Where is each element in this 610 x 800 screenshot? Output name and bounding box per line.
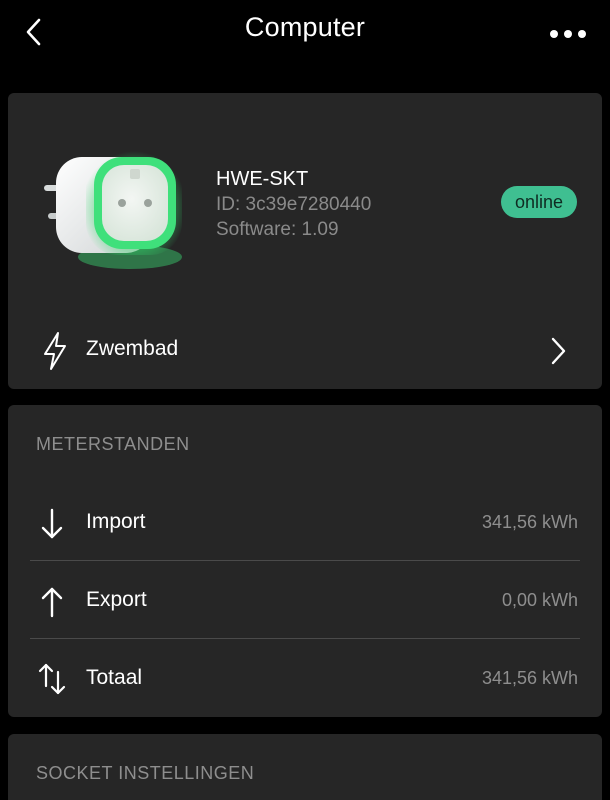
device-detail-screen: Computer HWE-SKT ID: 3c39e7280440 Softwa… — [0, 0, 610, 800]
meter-row-export: Export 0,00 kWh — [30, 563, 580, 641]
top-bar: Computer — [0, 0, 610, 64]
chevron-right-icon — [551, 337, 566, 365]
meter-readings-card: METERSTANDEN Import 341,56 kWh Export 0,… — [8, 405, 602, 717]
meter-label-import: Import — [86, 510, 146, 533]
zwembad-label: Zwembad — [86, 337, 179, 360]
socket-settings-card: SOCKET INSTELLINGEN — [8, 734, 602, 800]
lightning-bolt-icon — [44, 332, 66, 370]
socket-section-title: SOCKET INSTELLINGEN — [36, 763, 255, 783]
meter-value-total: 341,56 kWh — [481, 668, 578, 688]
status-badge: online — [500, 186, 577, 218]
meter-value-import: 341,56 kWh — [481, 512, 578, 532]
arrow-down-icon — [41, 508, 63, 539]
meter-row-import: Import 341,56 kWh — [30, 485, 580, 563]
zwembad-link[interactable]: Zwembad — [8, 321, 602, 381]
device-software-version: Software: 1.09 — [216, 219, 339, 240]
meter-value-export: 0,00 kWh — [501, 590, 578, 610]
more-dots-icon — [550, 30, 586, 38]
page-title: Computer — [244, 12, 366, 42]
device-card: HWE-SKT ID: 3c39e7280440 Software: 1.09 … — [8, 93, 602, 389]
device-info: HWE-SKT ID: 3c39e7280440 Software: 1.09 — [216, 166, 371, 242]
meter-row-total: Totaal 341,56 kWh — [30, 641, 580, 719]
arrows-up-down-icon — [38, 663, 66, 695]
device-name: HWE-SKT — [216, 168, 309, 190]
meter-section-title: METERSTANDEN — [36, 434, 190, 454]
more-options-button[interactable] — [546, 20, 590, 48]
arrow-up-icon — [41, 587, 63, 618]
smart-plug-image — [44, 151, 182, 269]
divider — [30, 560, 580, 561]
meter-label-export: Export — [86, 588, 147, 611]
divider — [30, 638, 580, 639]
device-id: ID: 3c39e7280440 — [216, 194, 372, 215]
meter-label-total: Totaal — [86, 666, 143, 689]
